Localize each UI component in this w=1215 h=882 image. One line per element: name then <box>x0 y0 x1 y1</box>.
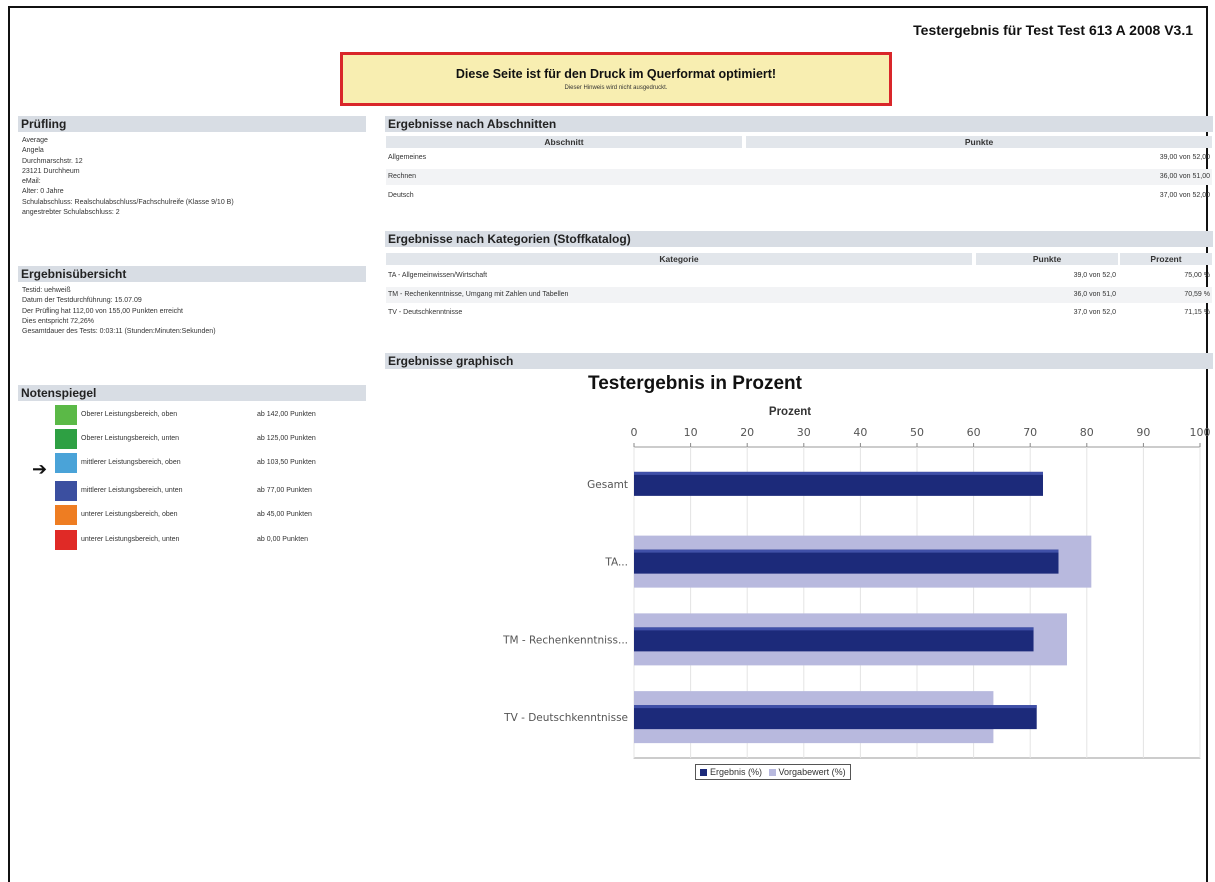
grade-points: ab 0,00 Punkten <box>257 536 308 543</box>
page-title: Testergebnis für Test Test 613 A 2008 V3… <box>913 22 1193 38</box>
grade-color-swatch <box>55 505 77 525</box>
category-points: 37,0 von 52,0 <box>1073 309 1116 316</box>
section-points: 37,00 von 52,00 <box>1159 192 1210 199</box>
category-points: 36,0 von 51,0 <box>1073 291 1116 298</box>
section-name: Deutsch <box>388 192 414 199</box>
print-notice-text: Diese Seite ist für den Druck im Querfor… <box>455 67 777 81</box>
column-header-punkte: Punkte <box>746 136 1212 148</box>
table-row: Rechnen 36,00 von 51,00 <box>386 169 1212 185</box>
pruefling-line: angestrebter Schulabschluss: 2 <box>22 209 120 217</box>
legend-swatch-ergebnis <box>700 769 707 777</box>
uebersicht-details: Testid: uehweiß Datum der Testdurchführu… <box>22 286 216 337</box>
grade-label: Oberer Leistungsbereich, oben <box>81 411 178 418</box>
print-notice: Diese Seite ist für den Druck im Querfor… <box>340 52 892 106</box>
grade-color-swatch <box>55 429 77 449</box>
pruefling-line: Alter: 0 Jahre <box>22 188 64 196</box>
section-name: Rechnen <box>388 173 417 180</box>
category-name: TM - Rechenkenntnisse, Umgang mit Zahlen… <box>388 291 569 298</box>
pruefling-line: Angela <box>22 147 44 155</box>
legend-label-vorgabe: Vorgabewert (%) <box>778 767 846 777</box>
current-grade-arrow-icon: ➔ <box>32 459 48 479</box>
category-name: TV - Deutschkenntnisse <box>388 309 463 316</box>
uebersicht-line: Gesamtdauer des Tests: 0:03:11 (Stunden:… <box>22 328 216 336</box>
legend-swatch-vorgabe <box>768 769 776 777</box>
chart-title: Testergebnis in Prozent <box>588 373 802 394</box>
grade-points: ab 103,50 Punkten <box>257 459 316 466</box>
category-name: TA - Allgemeinwissen/Wirtschaft <box>388 272 488 279</box>
grade-label: unterer Leistungsbereich, unten <box>81 536 180 543</box>
section-heading-abschnitte: Ergebnisse nach Abschnitten <box>385 116 1213 132</box>
grade-label: mittlerer Leistungsbereich, unten <box>81 487 183 494</box>
grade-points: ab 45,00 Punkten <box>257 511 312 518</box>
pruefling-line: eMail: <box>22 178 41 186</box>
grade-points: ab 142,00 Punkten <box>257 411 316 418</box>
section-points: 39,00 von 52,00 <box>1159 154 1210 161</box>
column-header-prozent: Prozent <box>1120 253 1212 265</box>
grade-color-swatch <box>55 405 77 425</box>
section-heading-notenspiegel: Notenspiegel <box>18 385 366 401</box>
chart-legend: Ergebnis (%) Vorgabewert (%) <box>695 764 851 780</box>
table-row: Deutsch 37,00 von 52,00 <box>386 188 1212 204</box>
uebersicht-line: Der Prüfling hat 112,00 von 155,00 Punkt… <box>22 307 183 315</box>
pruefling-line: Average <box>22 137 48 144</box>
category-percent: 75,00 % <box>1184 272 1210 279</box>
grade-points: ab 77,00 Punkten <box>257 487 312 494</box>
table-row: TA - Allgemeinwissen/Wirtschaft 39,0 von… <box>386 268 1212 284</box>
uebersicht-line: Testid: uehweiß <box>22 287 71 294</box>
table-row: TV - Deutschkenntnisse 37,0 von 52,0 71,… <box>386 305 1212 321</box>
grade-points: ab 125,00 Punkten <box>257 435 316 442</box>
x-axis-title: Prozent <box>768 406 812 418</box>
section-name: Allgemeines <box>388 154 427 161</box>
section-heading-kategorien: Ergebnisse nach Kategorien (Stoffkatalog… <box>385 231 1213 247</box>
column-header-punkte: Punkte <box>976 253 1118 265</box>
uebersicht-line: Datum der Testdurchführung: 15.07.09 <box>22 297 142 305</box>
grade-color-swatch <box>55 453 77 473</box>
pruefling-line: 23121 Durchheum <box>22 167 80 175</box>
grade-label: mittlerer Leistungsbereich, oben <box>81 459 181 466</box>
grade-label: unterer Leistungsbereich, oben <box>81 511 178 518</box>
print-notice-subtext: Dieser Hinweis wird nicht ausgedruckt. <box>564 85 668 91</box>
section-heading-graphisch: Ergebnisse graphisch <box>385 353 1213 369</box>
category-percent: 70,59 % <box>1184 291 1210 298</box>
category-points: 39,0 von 52,0 <box>1073 272 1116 279</box>
section-points: 36,00 von 51,00 <box>1159 173 1210 180</box>
legend-label-ergebnis: Ergebnis (%) <box>710 767 763 777</box>
table-row: Allgemeines 39,00 von 52,00 <box>386 150 1212 166</box>
column-header-abschnitt: Abschnitt <box>386 136 742 148</box>
pruefling-line: Durchmarschstr. 12 <box>22 157 83 165</box>
section-heading-uebersicht: Ergebnisübersicht <box>18 266 366 282</box>
pruefling-details: Average Angela Durchmarschstr. 12 23121 … <box>22 136 234 218</box>
section-heading-pruefling: Prüfling <box>18 116 366 132</box>
grade-label: Oberer Leistungsbereich, unten <box>81 435 180 442</box>
grade-color-swatch <box>55 481 77 501</box>
pruefling-line: Schulabschluss: Realschulabschluss/Fachs… <box>22 198 234 206</box>
category-percent: 71,15 % <box>1184 309 1210 316</box>
grade-color-swatch <box>55 530 77 550</box>
column-header-kategorie: Kategorie <box>386 253 972 265</box>
table-row: TM - Rechenkenntnisse, Umgang mit Zahlen… <box>386 287 1212 303</box>
uebersicht-line: Dies entspricht 72,26% <box>22 317 94 325</box>
